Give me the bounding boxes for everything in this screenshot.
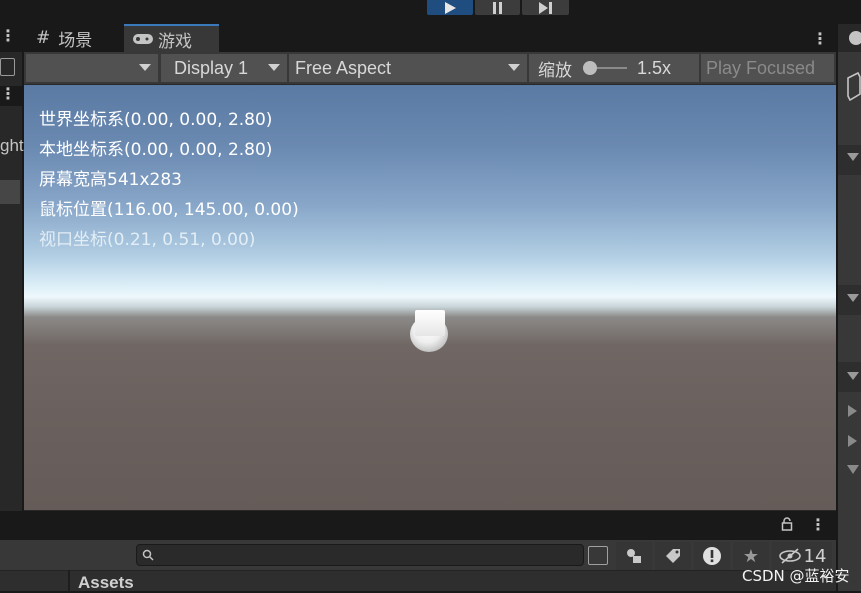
project-panel-header: [0, 512, 836, 540]
chevron-down-icon: [139, 64, 151, 71]
left-menu-icon-2[interactable]: ⋮: [0, 86, 16, 102]
world-coordinate-text: 世界坐标系(0.00, 0.00, 2.80): [39, 110, 273, 130]
game-view-dropdown[interactable]: [26, 54, 158, 82]
play-icon: [445, 1, 456, 14]
left-selected-row[interactable]: [0, 180, 20, 204]
cube-icon: [847, 71, 861, 102]
play-focused-dropdown[interactable]: Play Focused: [701, 54, 834, 82]
project-menu-icon[interactable]: ⋮: [810, 515, 826, 534]
left-maximize-icon[interactable]: [0, 58, 15, 76]
chevron-down-icon: [847, 294, 859, 302]
aspect-dropdown[interactable]: Free Aspect: [289, 54, 527, 82]
aspect-label: Free Aspect: [295, 57, 392, 78]
play-focused-label: Play Focused: [706, 57, 816, 78]
chevron-down-icon[interactable]: [847, 465, 859, 474]
left-cut-text: ght: [0, 136, 24, 155]
star-icon: ★: [742, 545, 760, 567]
hidden-count: 14: [803, 545, 827, 567]
eye-off-icon: [778, 548, 801, 564]
chevron-down-icon: [847, 372, 859, 380]
chevron-right-icon[interactable]: [848, 405, 857, 417]
viewport-coordinate-text: 视口坐标(0.21, 0.51, 0.00): [39, 230, 256, 250]
watermark-text: CSDN @蓝裕安: [742, 567, 850, 585]
lock-icon[interactable]: [781, 517, 793, 531]
cube-object: [415, 310, 445, 336]
assets-divider[interactable]: [68, 570, 70, 591]
chevron-down-icon: [268, 64, 280, 71]
chevron-down-icon: [847, 153, 859, 161]
scale-value: 1.5x: [637, 58, 672, 78]
grid-icon: #: [36, 28, 51, 48]
warning-icon: [703, 547, 721, 565]
display-label: Display 1: [174, 57, 249, 78]
screen-size-text: 屏幕宽高541x283: [39, 170, 182, 190]
assets-breadcrumb[interactable]: Assets: [78, 573, 134, 593]
local-coordinate-text: 本地坐标系(0.00, 0.00, 2.80): [39, 140, 273, 160]
pause-button[interactable]: [475, 0, 520, 15]
scale-slider-thumb[interactable]: [583, 61, 597, 75]
search-input[interactable]: [136, 544, 584, 566]
game-menu-icon[interactable]: ⋮: [812, 29, 828, 48]
scale-label: 缩放: [538, 60, 572, 81]
step-icon: [538, 1, 552, 14]
pause-icon: [492, 1, 502, 14]
tab-scene[interactable]: # 场景: [28, 24, 121, 52]
shapes-icon: [627, 549, 641, 563]
step-button[interactable]: [522, 0, 569, 15]
play-button[interactable]: [427, 0, 473, 15]
tag-icon: [666, 549, 680, 563]
tab-scene-label: 场景: [58, 30, 93, 51]
type-filter-button[interactable]: [616, 542, 652, 570]
mouse-position-text: 鼠标位置(116.00, 145.00, 0.00): [39, 200, 299, 220]
tab-game-label: 游戏: [158, 31, 192, 52]
chevron-right-icon[interactable]: [848, 435, 857, 447]
search-scope-icon[interactable]: [588, 546, 608, 565]
log-filter-button[interactable]: [694, 542, 730, 570]
display-dropdown[interactable]: Display 1: [161, 54, 287, 82]
search-icon: [142, 549, 154, 561]
label-filter-button[interactable]: [655, 542, 691, 570]
info-icon[interactable]: [849, 31, 861, 45]
tab-game[interactable]: 游戏: [124, 24, 219, 52]
gamepad-icon: [133, 34, 153, 44]
chevron-down-icon: [508, 64, 520, 71]
left-menu-icon[interactable]: ⋮: [0, 28, 16, 44]
scale-control: 缩放 1.5x: [529, 54, 699, 82]
